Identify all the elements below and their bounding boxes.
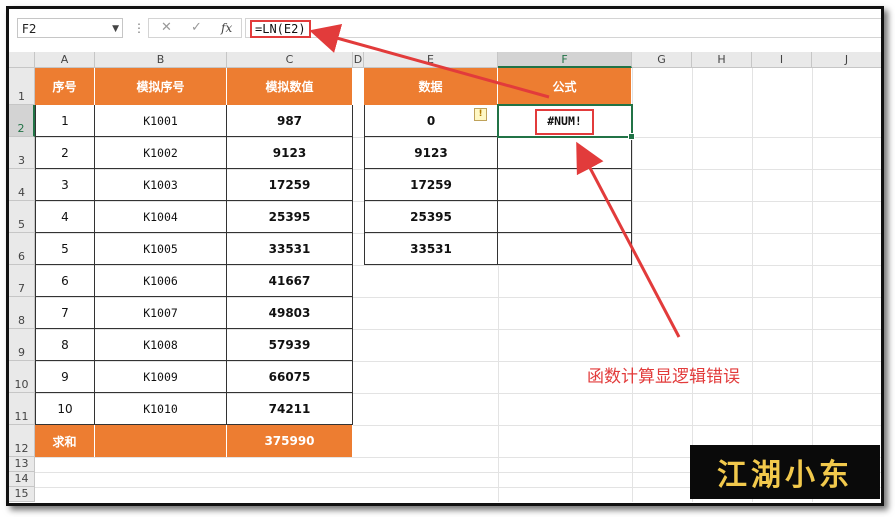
brand-logo: 江湖小东 bbox=[690, 445, 880, 499]
gridline bbox=[498, 265, 499, 502]
table-cell[interactable]: 9123 bbox=[364, 137, 498, 169]
table-cell[interactable]: K1003 bbox=[95, 169, 227, 201]
table1-header-value[interactable]: 模拟数值 bbox=[227, 68, 353, 105]
table-cell[interactable]: 74211 bbox=[227, 393, 353, 425]
table-cell[interactable]: 33531 bbox=[227, 233, 353, 265]
table-cell[interactable] bbox=[498, 169, 632, 201]
column-header-f[interactable]: F bbox=[498, 52, 632, 68]
table1-header-index[interactable]: 序号 bbox=[35, 68, 95, 105]
table-cell[interactable]: 1 bbox=[35, 105, 95, 137]
table-cell[interactable] bbox=[498, 233, 632, 265]
row-header-7[interactable]: 7 bbox=[9, 265, 35, 297]
table-cell[interactable]: 5 bbox=[35, 233, 95, 265]
chevron-down-icon[interactable]: ▼ bbox=[112, 19, 119, 39]
table-cell[interactable]: 8 bbox=[35, 329, 95, 361]
options-icon[interactable]: ⋮ bbox=[133, 21, 145, 35]
gridline bbox=[812, 68, 813, 502]
table-cell[interactable] bbox=[498, 137, 632, 169]
row-header-13[interactable]: 13 bbox=[9, 457, 35, 472]
table-cell[interactable]: K1006 bbox=[95, 265, 227, 297]
table-cell[interactable]: 66075 bbox=[227, 361, 353, 393]
gridline bbox=[752, 68, 753, 502]
row-header-12[interactable]: 12 bbox=[9, 425, 35, 457]
check-icon[interactable]: ✓ bbox=[191, 20, 202, 35]
row-header-5[interactable]: 5 bbox=[9, 201, 35, 233]
column-header-a[interactable]: A bbox=[35, 52, 95, 68]
table-cell[interactable]: 10 bbox=[35, 393, 95, 425]
table-cell[interactable]: K1001 bbox=[95, 105, 227, 137]
column-header-e[interactable]: E bbox=[364, 52, 498, 68]
formula-bar: F2 ▼ ⋮ ✕ ✓ fx =LN(E2) bbox=[9, 9, 881, 49]
close-icon[interactable]: ✕ bbox=[161, 20, 172, 35]
table-cell[interactable]: 7 bbox=[35, 297, 95, 329]
column-header-j[interactable]: J bbox=[812, 52, 881, 68]
table2-header-formula[interactable]: 公式 bbox=[498, 68, 632, 105]
table-cell[interactable]: 6 bbox=[35, 265, 95, 297]
row-header-10[interactable]: 10 bbox=[9, 361, 35, 393]
table-cell[interactable]: 17259 bbox=[364, 169, 498, 201]
table-cell[interactable]: 987 bbox=[227, 105, 353, 137]
table-cell[interactable]: 2 bbox=[35, 137, 95, 169]
column-header-g[interactable]: G bbox=[632, 52, 692, 68]
table-cell[interactable]: 17259 bbox=[227, 169, 353, 201]
table-cell[interactable]: 25395 bbox=[227, 201, 353, 233]
table1-total-label[interactable]: 求和 bbox=[35, 425, 95, 457]
table-cell[interactable]: 57939 bbox=[227, 329, 353, 361]
row-header-15[interactable]: 15 bbox=[9, 487, 35, 502]
table-cell[interactable]: K1008 bbox=[95, 329, 227, 361]
row-header-3[interactable]: 3 bbox=[9, 137, 35, 169]
table-cell[interactable]: K1009 bbox=[95, 361, 227, 393]
formula-text: =LN(E2) bbox=[250, 20, 311, 38]
row-header-14[interactable]: 14 bbox=[9, 472, 35, 487]
annotation-label: 函数计算显逻辑错误 bbox=[587, 367, 740, 387]
formula-buttons: ✕ ✓ fx bbox=[148, 18, 242, 38]
table-cell[interactable]: 49803 bbox=[227, 297, 353, 329]
gridline bbox=[692, 68, 693, 502]
table-cell[interactable] bbox=[498, 201, 632, 233]
table-cell[interactable]: 4 bbox=[35, 201, 95, 233]
error-warning-icon[interactable]: ! bbox=[474, 108, 487, 121]
column-header-h[interactable]: H bbox=[692, 52, 752, 68]
row-header-9[interactable]: 9 bbox=[9, 329, 35, 361]
column-header-c[interactable]: C bbox=[227, 52, 353, 68]
column-header-i[interactable]: I bbox=[752, 52, 812, 68]
table-cell[interactable]: 25395 bbox=[364, 201, 498, 233]
row-header-6[interactable]: 6 bbox=[9, 233, 35, 265]
row-header-2[interactable]: 2 bbox=[9, 105, 35, 137]
table1-total-empty[interactable] bbox=[95, 425, 227, 457]
name-box-value: F2 bbox=[22, 22, 37, 36]
table-cell[interactable]: 3 bbox=[35, 169, 95, 201]
insert-function-icon[interactable]: fx bbox=[221, 21, 232, 35]
table-cell[interactable]: K1004 bbox=[95, 201, 227, 233]
table-cell[interactable]: K1010 bbox=[95, 393, 227, 425]
row-header-8[interactable]: 8 bbox=[9, 297, 35, 329]
table-cell[interactable]: 9 bbox=[35, 361, 95, 393]
error-highlight-box bbox=[535, 109, 594, 135]
row-header-4[interactable]: 4 bbox=[9, 169, 35, 201]
table1-header-code[interactable]: 模拟序号 bbox=[95, 68, 227, 105]
row-header-1[interactable]: 1 bbox=[9, 68, 35, 105]
screenshot-frame: F2 ▼ ⋮ ✕ ✓ fx =LN(E2) A B C D E F G H I … bbox=[6, 6, 884, 506]
select-all-corner[interactable] bbox=[9, 52, 35, 68]
row-header-11[interactable]: 11 bbox=[9, 393, 35, 425]
table-cell[interactable]: 9123 bbox=[227, 137, 353, 169]
table2-header-data[interactable]: 数据 bbox=[364, 68, 498, 105]
table1-total-value[interactable]: 375990 bbox=[227, 425, 353, 457]
table-cell[interactable]: K1005 bbox=[95, 233, 227, 265]
table-cell[interactable]: K1007 bbox=[95, 297, 227, 329]
table-cell[interactable]: K1002 bbox=[95, 137, 227, 169]
column-header-b[interactable]: B bbox=[95, 52, 227, 68]
column-header-d[interactable]: D bbox=[353, 52, 364, 68]
name-box[interactable]: F2 ▼ bbox=[17, 18, 123, 38]
formula-input[interactable] bbox=[245, 18, 881, 38]
table-cell[interactable]: 41667 bbox=[227, 265, 353, 297]
table-cell[interactable]: 33531 bbox=[364, 233, 498, 265]
fill-handle[interactable] bbox=[628, 133, 635, 140]
